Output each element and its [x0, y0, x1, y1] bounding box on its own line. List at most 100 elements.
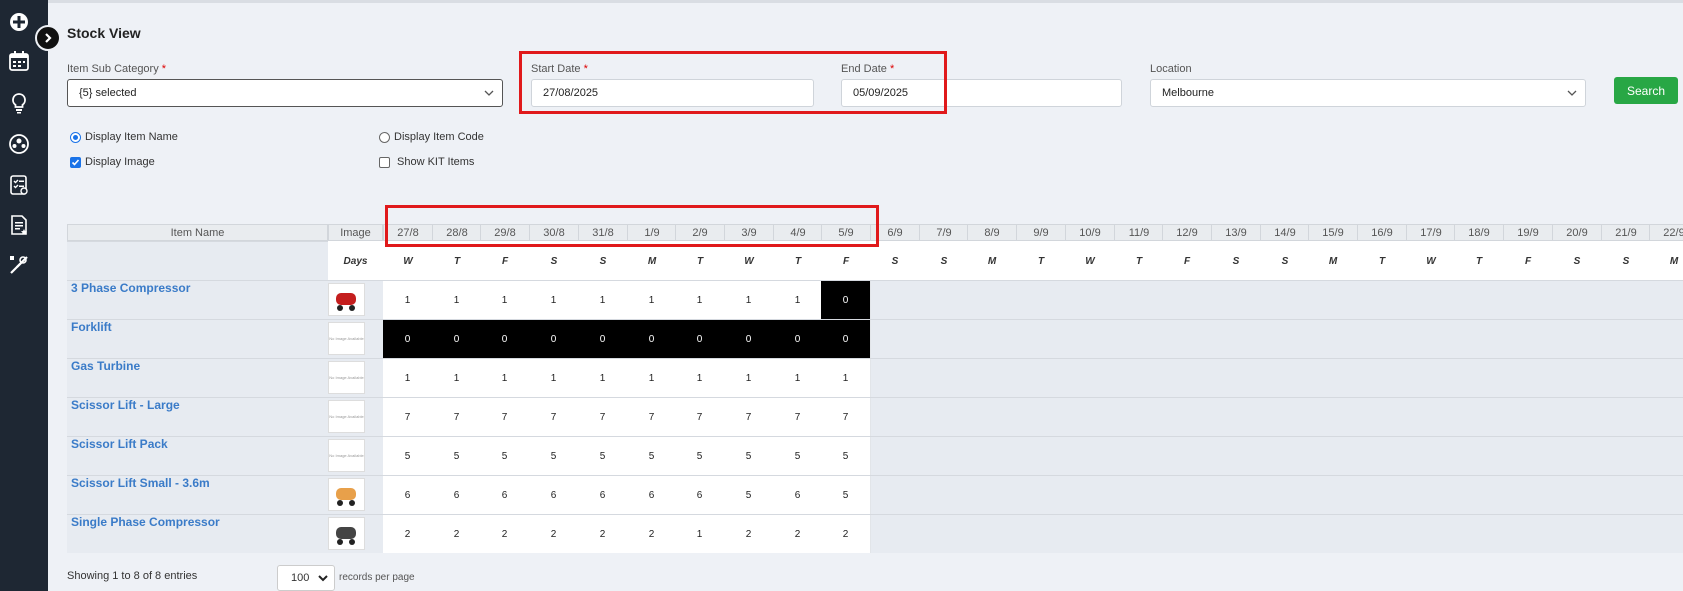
checkbox-unchecked[interactable] [379, 156, 390, 168]
date-header-8: 4/9 [773, 224, 823, 241]
day-letter-3: S [529, 241, 579, 281]
day-letter-0: W [383, 241, 433, 281]
stock-cell: 2 [529, 515, 579, 553]
item-name-link[interactable]: Scissor Lift Pack [67, 437, 168, 451]
date-header-26: 22/9 [1649, 224, 1683, 241]
date-header-22: 18/9 [1454, 224, 1504, 241]
item-thumbnail [328, 283, 365, 316]
stock-cell: 7 [432, 398, 482, 436]
date-header-21: 17/9 [1406, 224, 1456, 241]
day-letter-8: T [773, 241, 823, 281]
item-name-link[interactable]: Single Phase Compressor [67, 515, 220, 529]
search-button[interactable]: Search [1614, 77, 1678, 104]
date-header-6: 2/9 [675, 224, 725, 241]
stock-cell: 1 [432, 359, 482, 397]
location-label: Location [1150, 63, 1192, 75]
stock-cell: 6 [675, 476, 725, 514]
date-header-4: 31/8 [578, 224, 628, 241]
stock-cell: 1 [773, 359, 823, 397]
col-item-name-header: Item Name [67, 224, 328, 241]
checkbox-checked[interactable] [70, 156, 81, 168]
checklist-icon[interactable] [7, 173, 31, 197]
end-date-label: End Date * [841, 63, 895, 75]
date-header-13: 9/9 [1016, 224, 1066, 241]
day-letter-7: W [724, 241, 774, 281]
date-header-0: 27/8 [383, 224, 433, 241]
display-item-name-option[interactable]: Display Item Name [70, 131, 178, 143]
stock-cell: 0 [627, 320, 677, 358]
display-item-code-option[interactable]: Display Item Code [379, 131, 484, 143]
stock-cell: 6 [432, 476, 482, 514]
day-letter-9: F [821, 241, 871, 281]
item-thumbnail: No Image Available [328, 439, 365, 472]
plus-icon[interactable] [7, 10, 31, 34]
stock-cell: 5 [383, 437, 433, 475]
start-date-input[interactable]: 27/08/2025 [531, 79, 814, 107]
day-letter-4: S [578, 241, 628, 281]
item-name-link[interactable]: Scissor Lift Small - 3.6m [67, 476, 210, 490]
date-header-14: 10/9 [1065, 224, 1115, 241]
stock-cell: 5 [821, 437, 871, 475]
day-letter-16: F [1162, 241, 1212, 281]
item-thumbnail: No Image Available [328, 400, 365, 433]
sidebar-toggle-button[interactable] [35, 25, 61, 51]
day-letter-25: S [1601, 241, 1651, 281]
stock-cell: 1 [383, 281, 433, 319]
item-name-link[interactable]: Forklift [67, 320, 112, 334]
stock-cell: 0 [821, 320, 871, 358]
stock-cell: 0 [432, 320, 482, 358]
per-page-select[interactable]: 100 [277, 565, 335, 591]
radio-selected[interactable] [70, 131, 81, 143]
show-kit-items-option[interactable]: Show KIT Items [379, 156, 474, 168]
stock-cell: 1 [675, 281, 725, 319]
day-letter-11: S [919, 241, 969, 281]
date-header-3: 30/8 [529, 224, 579, 241]
report-icon[interactable] [7, 213, 31, 237]
no-image-placeholder: No Image Available [329, 453, 364, 458]
stock-cell: 6 [383, 476, 433, 514]
sub-category-select[interactable]: {5} selected [67, 79, 503, 107]
stock-cell: 1 [675, 515, 725, 553]
stock-cell: 7 [627, 398, 677, 436]
date-header-12: 8/9 [967, 224, 1017, 241]
days-label: Days [328, 241, 383, 281]
stock-cell: 1 [432, 281, 482, 319]
team-icon[interactable] [7, 132, 31, 156]
location-select[interactable]: Melbourne [1150, 79, 1586, 107]
checkmark-icon [71, 158, 80, 166]
table-row [67, 436, 1683, 475]
no-image-placeholder: No Image Available [329, 375, 364, 380]
date-header-19: 15/9 [1308, 224, 1358, 241]
days-row-label-bg [67, 241, 328, 280]
item-name-link[interactable]: 3 Phase Compressor [67, 281, 190, 295]
day-letter-1: T [432, 241, 482, 281]
lightbulb-icon[interactable] [7, 91, 31, 115]
day-letter-12: M [967, 241, 1017, 281]
stock-cell: 1 [821, 359, 871, 397]
item-name-link[interactable]: Gas Turbine [67, 359, 140, 373]
stock-cell: 0 [578, 320, 628, 358]
stock-cell: 0 [675, 320, 725, 358]
stock-cell: 5 [773, 437, 823, 475]
stock-cell: 0 [383, 320, 433, 358]
end-date-input[interactable]: 05/09/2025 [841, 79, 1122, 107]
stock-cell: 5 [578, 437, 628, 475]
stock-cell: 5 [724, 476, 774, 514]
stock-cell: 0 [480, 320, 530, 358]
tools-icon[interactable] [7, 253, 31, 277]
item-thumbnail: No Image Available [328, 322, 365, 355]
item-photo-icon [335, 526, 356, 545]
stock-cell: 7 [529, 398, 579, 436]
per-page-label: records per page [339, 572, 415, 583]
stock-cell: 1 [578, 281, 628, 319]
date-header-7: 3/9 [724, 224, 774, 241]
start-date-label: Start Date * [531, 63, 588, 75]
stock-cell: 1 [627, 359, 677, 397]
stock-cell: 0 [529, 320, 579, 358]
item-name-link[interactable]: Scissor Lift - Large [67, 398, 180, 412]
radio-unselected[interactable] [379, 131, 390, 143]
display-image-option[interactable]: Display Image [70, 156, 155, 168]
calendar-icon[interactable] [7, 49, 31, 73]
stock-cell: 2 [773, 515, 823, 553]
stock-cell: 7 [383, 398, 433, 436]
